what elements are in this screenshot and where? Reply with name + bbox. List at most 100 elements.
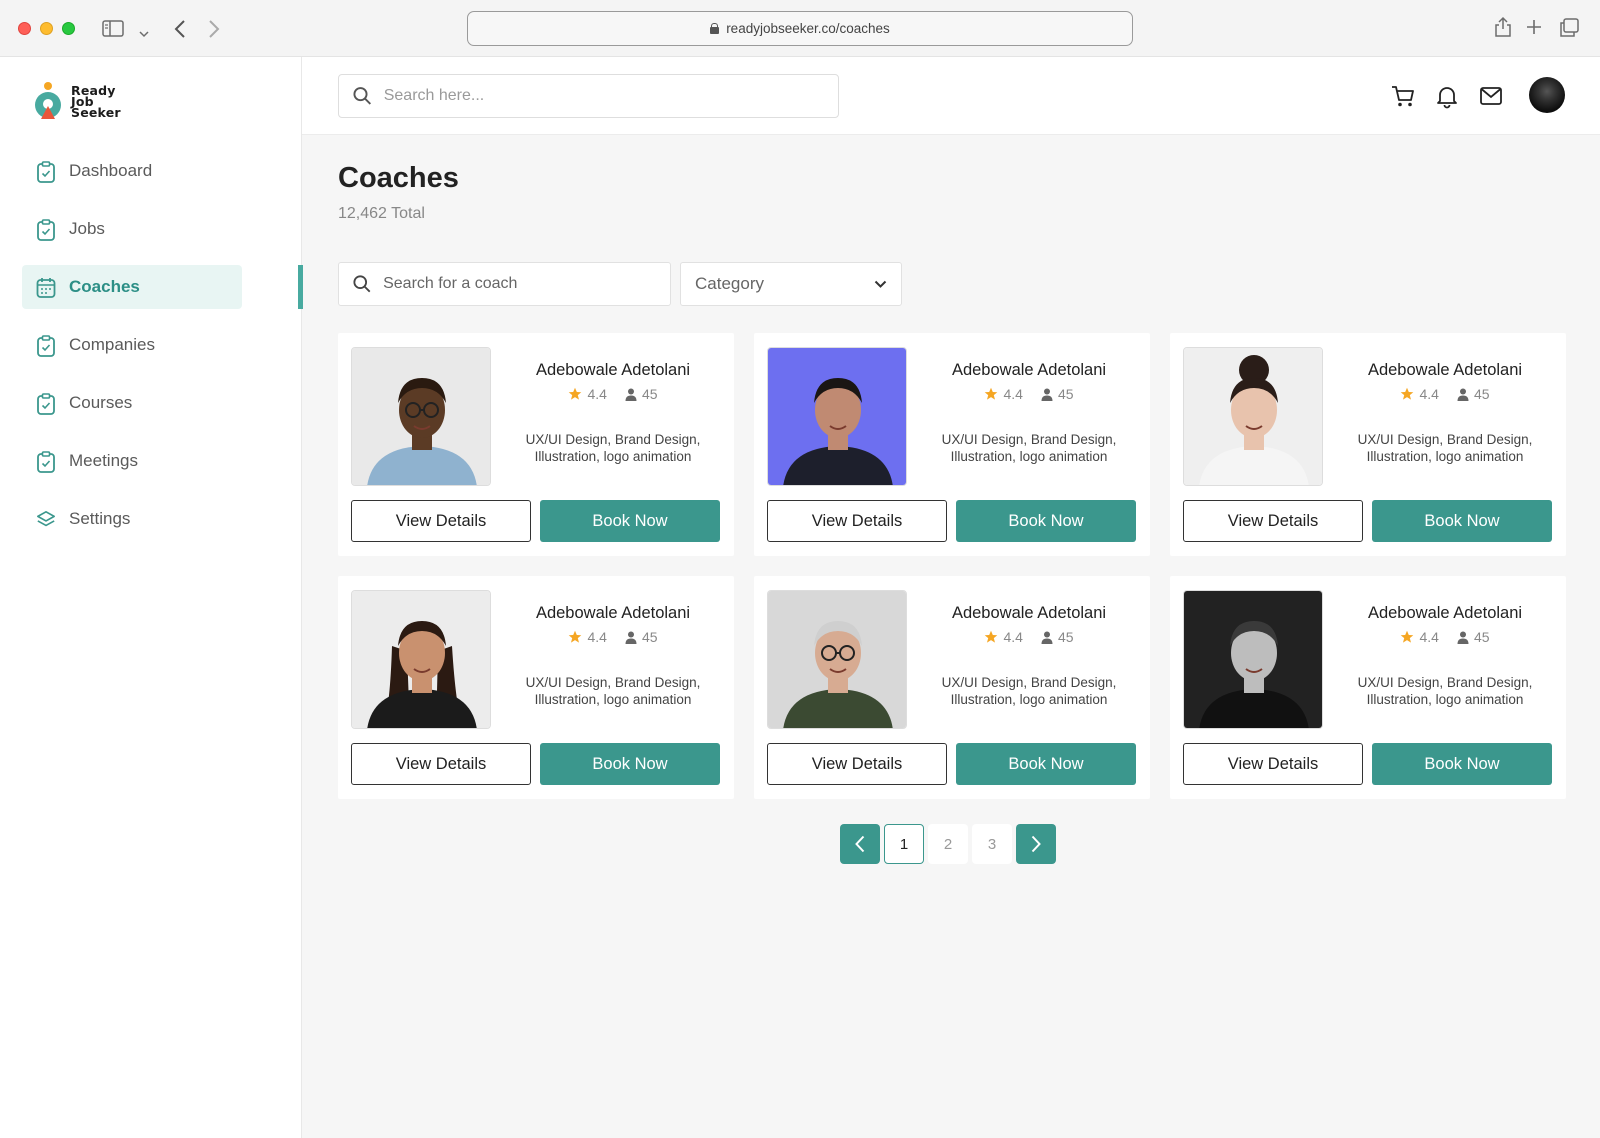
coach-meta: 4.4 45	[1335, 629, 1555, 645]
user-icon	[1041, 388, 1053, 401]
close-window-button[interactable]	[18, 22, 31, 35]
coach-skills: UX/UI Design, Brand Design, Illustration,…	[1335, 674, 1555, 708]
book-now-button[interactable]: Book Now	[540, 500, 720, 542]
view-details-button[interactable]: View Details	[351, 500, 531, 542]
sidebar-toggle-icon[interactable]	[102, 20, 124, 42]
next-page-button[interactable]	[1016, 824, 1056, 864]
chevron-down-icon[interactable]	[139, 25, 149, 43]
coach-meta: 4.4 45	[503, 629, 723, 645]
new-tab-icon[interactable]	[1526, 19, 1542, 40]
coach-info: Adebowale Adetolani 4.4 45 UX/UI Design, Br…	[1335, 361, 1555, 465]
user-avatar[interactable]	[1529, 77, 1565, 113]
previous-page-button[interactable]	[840, 824, 880, 864]
coach-sessions: 45	[1057, 629, 1074, 645]
coach-skills-line: Illustration, logo animation	[534, 692, 692, 707]
search-icon	[353, 87, 371, 105]
clipboard-icon	[36, 335, 56, 357]
coach-photo[interactable]	[1183, 347, 1323, 486]
sidebar-item-label: Companies	[69, 335, 155, 354]
back-icon[interactable]	[174, 19, 186, 44]
minimize-window-button[interactable]	[40, 22, 53, 35]
sidebar-item-label: Meetings	[69, 451, 138, 470]
top-header	[302, 57, 1600, 135]
coach-photo[interactable]	[351, 347, 491, 486]
page-3-button[interactable]: 3	[972, 824, 1012, 864]
star-icon	[569, 387, 582, 400]
coach-search-input[interactable]	[383, 275, 670, 293]
mail-icon[interactable]	[1478, 83, 1504, 109]
coach-name: Adebowale Adetolani	[1367, 604, 1523, 622]
clipboard-icon	[36, 393, 56, 415]
sidebar-item-jobs[interactable]: Jobs	[22, 207, 242, 251]
user-icon	[625, 388, 637, 401]
coach-name: Adebowale Adetolani	[951, 604, 1107, 622]
browser-toolbar: readyjobseeker.co/coaches	[0, 0, 1600, 57]
coach-rating: 4.4	[587, 386, 607, 402]
book-now-button[interactable]: Book Now	[956, 500, 1136, 542]
global-search[interactable]	[338, 74, 839, 118]
book-now-button[interactable]: Book Now	[1372, 743, 1552, 785]
cart-icon[interactable]	[1390, 83, 1416, 109]
coach-search[interactable]	[338, 262, 671, 306]
coach-sessions: 45	[1473, 629, 1490, 645]
sidebar-item-dashboard[interactable]: Dashboard	[22, 149, 242, 193]
star-icon	[569, 630, 582, 643]
coach-skills-line: Illustration, logo animation	[1366, 449, 1524, 464]
coach-sessions: 45	[1057, 386, 1074, 402]
sidebar-item-label: Jobs	[69, 219, 105, 238]
coach-card: Adebowale Adetolani 4.4 45 UX/UI Design, Br…	[1170, 333, 1566, 556]
coach-sessions: 45	[641, 386, 658, 402]
book-now-button[interactable]: Book Now	[1372, 500, 1552, 542]
sidebar-item-courses[interactable]: Courses	[22, 381, 242, 425]
category-select[interactable]: Category	[680, 262, 902, 306]
clipboard-icon	[36, 451, 56, 473]
sidebar-item-meetings[interactable]: Meetings	[22, 439, 242, 483]
forward-icon[interactable]	[208, 19, 220, 44]
sidebar-item-coaches[interactable]: Coaches	[22, 265, 303, 309]
bell-icon[interactable]	[1434, 83, 1460, 109]
address-bar[interactable]: readyjobseeker.co/coaches	[467, 11, 1133, 46]
user-icon	[625, 631, 637, 644]
sidebar-item-companies[interactable]: Companies	[22, 323, 242, 367]
category-label: Category	[695, 274, 764, 293]
sidebar-item-settings[interactable]: Settings	[22, 497, 242, 541]
coach-card: Adebowale Adetolani 4.4 45 UX/UI Design, Br…	[338, 333, 734, 556]
book-now-button[interactable]: Book Now	[956, 743, 1136, 785]
book-now-button[interactable]: Book Now	[540, 743, 720, 785]
coach-skills: UX/UI Design, Brand Design, Illustration,…	[503, 431, 723, 465]
coach-card: Adebowale Adetolani 4.4 45 UX/UI Design, Br…	[1170, 576, 1566, 799]
sidebar-item-label: Courses	[69, 393, 133, 412]
coach-skills-line: Illustration, logo animation	[1366, 692, 1524, 707]
view-details-button[interactable]: View Details	[1183, 743, 1363, 785]
coach-photo[interactable]	[767, 347, 907, 486]
tab-overview-icon[interactable]	[1559, 18, 1579, 42]
total-count: 12,462 Total	[338, 205, 425, 222]
page-1-button[interactable]: 1	[884, 824, 924, 864]
view-details-button[interactable]: View Details	[1183, 500, 1363, 542]
coach-skills: UX/UI Design, Brand Design, Illustration,…	[1335, 431, 1555, 465]
lock-icon	[710, 23, 720, 34]
zoom-window-button[interactable]	[62, 22, 75, 35]
user-icon	[1041, 631, 1053, 644]
view-details-button[interactable]: View Details	[351, 743, 531, 785]
star-icon	[985, 630, 998, 643]
coach-skills: UX/UI Design, Brand Design, Illustration,…	[919, 431, 1139, 465]
coach-photo[interactable]	[1183, 590, 1323, 729]
coach-card: Adebowale Adetolani 4.4 45 UX/UI Design, Br…	[754, 333, 1150, 556]
coach-photo[interactable]	[351, 590, 491, 729]
view-details-button[interactable]: View Details	[767, 743, 947, 785]
coach-rating: 4.4	[1419, 629, 1439, 645]
page-2-button[interactable]: 2	[928, 824, 968, 864]
view-details-button[interactable]: View Details	[767, 500, 947, 542]
global-search-input[interactable]	[383, 87, 838, 105]
coach-skills-line: UX/UI Design, Brand Design,	[1357, 675, 1533, 690]
coach-name: Adebowale Adetolani	[535, 361, 691, 379]
coach-photo[interactable]	[767, 590, 907, 729]
logo[interactable]: Ready Job Seeker	[33, 81, 121, 121]
coach-info: Adebowale Adetolani 4.4 45 UX/UI Design, Br…	[919, 604, 1139, 708]
share-icon[interactable]	[1494, 16, 1512, 43]
calendar-icon	[36, 277, 56, 298]
search-icon	[353, 275, 371, 293]
sidebar: Ready Job Seeker Dashboard Jobs Coaches Com…	[0, 57, 303, 1138]
coach-sessions: 45	[641, 629, 658, 645]
